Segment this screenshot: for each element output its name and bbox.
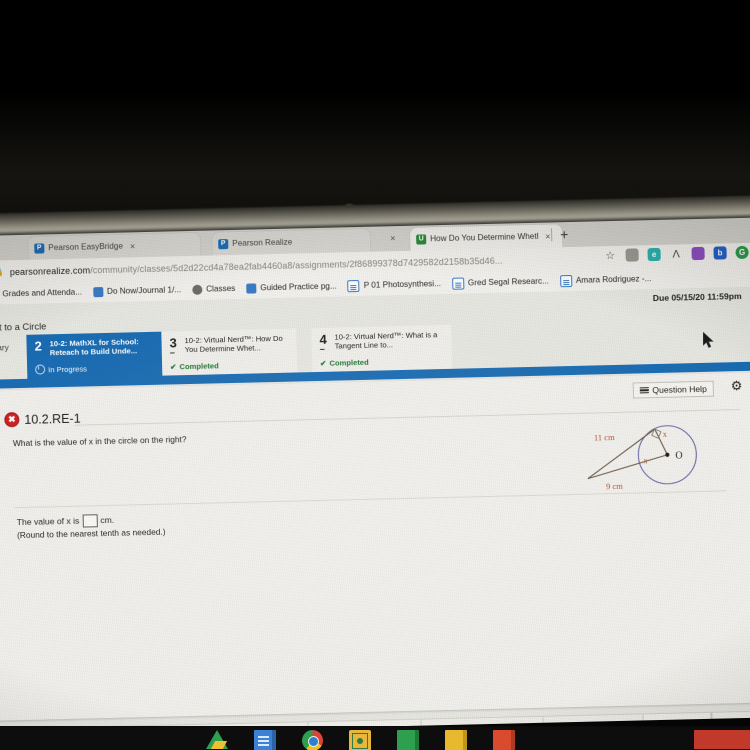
extension-bing-icon[interactable]: b <box>713 246 727 260</box>
bookmark-star-icon[interactable]: ☆ <box>603 249 616 262</box>
bookmark-gred-segal-research[interactable]: Gred Segal Researc... <box>451 275 550 290</box>
tab-label: Pearson Realize <box>232 237 293 248</box>
bookmark-grades-and-attendance[interactable]: Grades and Attenda... <box>0 287 82 299</box>
question-panel: Question Help ⚙ ✖ 10.2.RE-1 What is the … <box>0 372 750 721</box>
answer-unit: cm. <box>100 514 115 526</box>
step-status-completed: ✔ Completed <box>170 361 219 371</box>
step-number: 2 <box>34 338 43 354</box>
step-status-label: Completed <box>179 361 219 372</box>
center-point <box>665 452 670 457</box>
extension-grammarly-icon[interactable]: G <box>735 245 749 260</box>
step-title: 10-2: Virtual Nerd™: How Do You Determin… <box>184 333 283 355</box>
google-chrome-icon[interactable] <box>302 730 323 750</box>
question-id-label: 10.2.RE-1 <box>24 411 81 427</box>
new-tab-button[interactable]: + <box>560 226 569 242</box>
bookmark-label: Grades and Attenda... <box>2 287 83 299</box>
bookmark-label: Do Now/Journal 1/... <box>106 285 182 296</box>
bookmark-classes[interactable]: Classes <box>192 283 236 295</box>
virtual-nerd-icon: U <box>416 233 427 245</box>
pdf-app-icon[interactable] <box>493 730 515 750</box>
step-title: 10-2: Virtual Nerd™: What is a Tangent L… <box>334 330 438 351</box>
question-prompt: What is the value of x in the circle on … <box>12 434 187 449</box>
radius-x-label: x <box>663 430 667 439</box>
bookmark-label: Amara Rodriguez -... <box>575 274 652 285</box>
monitor-bezel-top <box>0 0 750 218</box>
step-status-completed: ✔ Completed <box>320 358 369 368</box>
extension-caret-icon[interactable]: Λ <box>669 247 682 260</box>
rounding-hint: (Round to the nearest tenth as needed.) <box>16 526 166 541</box>
answer-input[interactable] <box>82 514 98 528</box>
shelf-right-app-icon[interactable] <box>694 730 750 749</box>
pearson-icon: P <box>218 238 229 249</box>
google-classroom-icon[interactable] <box>349 730 371 750</box>
step-title: 10-2: MathXL for School: Reteach to Buil… <box>49 337 139 358</box>
check-icon: ✔ <box>170 362 177 372</box>
browser-toolbar-icons: ☆ e Λ b G <box>603 245 750 262</box>
extension-purple-icon[interactable] <box>691 246 705 261</box>
doc-icon <box>559 274 573 287</box>
step-number: 3– <box>169 335 177 358</box>
url-host: pearsonrealize.com <box>9 264 91 277</box>
step-card-4[interactable]: 4– 10-2: Virtual Nerd™: What is a Tangen… <box>311 324 453 373</box>
bookmark-do-now-journal[interactable]: Do Now/Journal 1/... <box>92 285 182 297</box>
tab-close-icon[interactable]: × <box>545 231 550 241</box>
person-icon <box>246 282 257 294</box>
globe-icon <box>192 284 203 295</box>
diagram-svg: O 11 cm 9 cm x x <box>587 425 697 491</box>
gear-icon[interactable]: ⚙ <box>731 378 744 393</box>
breadcrumb: ngent to a Circle <box>0 320 47 333</box>
google-docs-icon[interactable] <box>254 730 276 750</box>
list-icon <box>639 386 649 394</box>
check-icon: ✔ <box>319 358 327 368</box>
question-id: ✖ 10.2.RE-1 <box>4 411 81 428</box>
circle-tangent-diagram: O 11 cm 9 cm x x <box>580 414 722 497</box>
google-sheets-icon[interactable] <box>397 730 419 750</box>
divider <box>14 490 727 509</box>
bookmark-label: P 01 Photosynthesi... <box>363 279 442 290</box>
step-status-in-progress: In Progress <box>35 363 88 375</box>
incorrect-x-icon: ✖ <box>4 412 20 428</box>
question-help-button[interactable]: Question Help <box>632 380 714 399</box>
secant-length-label: 9 cm <box>606 481 623 491</box>
step-status-label: In Progress <box>48 363 88 374</box>
doc-icon <box>451 277 465 290</box>
google-slides-icon[interactable] <box>445 730 467 750</box>
bookmark-amara-rodriguez[interactable]: Amara Rodriguez -... <box>559 273 652 287</box>
bookmark-guided-practice[interactable]: Guided Practice pg... <box>246 281 337 294</box>
laptop-screen: P Pearson EasyBridge × P Pearson Realize… <box>0 217 750 736</box>
step-status-label: Completed <box>329 357 369 368</box>
photographed-screen: P Pearson EasyBridge × P Pearson Realize… <box>0 0 750 750</box>
extension-gray-icon[interactable] <box>625 248 639 262</box>
person-icon <box>92 286 104 297</box>
pearson-icon: P <box>34 242 45 254</box>
page-content: Due 05/15/20 11:59pm ngent to a Circle u… <box>0 286 750 736</box>
bookmark-label: Gred Segal Researc... <box>467 276 550 288</box>
step-card-3[interactable]: 3– 10-2: Virtual Nerd™: How Do You Deter… <box>161 328 298 376</box>
answer-area: The value of x is cm. (Round to the near… <box>17 513 166 542</box>
tangent-length-label: 11 cm <box>594 432 615 442</box>
doc-icon <box>347 279 360 292</box>
tab-label: Pearson EasyBridge <box>48 241 124 253</box>
chrome-os-shelf <box>0 727 750 750</box>
secant-segment <box>587 454 668 480</box>
lock-icon: 🔒 <box>0 267 4 277</box>
tab-label: How Do You Determine Whether <box>430 231 539 244</box>
bookmark-label: Classes <box>206 283 236 294</box>
in-progress-icon <box>35 364 46 375</box>
tab-close-icon[interactable]: × <box>390 233 395 243</box>
bookmark-photosynthesis[interactable]: P 01 Photosynthesi... <box>347 278 442 292</box>
bookmark-label: Guided Practice pg... <box>260 281 337 293</box>
google-drive-icon[interactable] <box>206 730 228 749</box>
question-help-label: Question Help <box>652 383 707 396</box>
url-path: /community/classes/5d2d22cd4a78ea2fab446… <box>90 255 503 275</box>
step-number: 4– <box>319 331 327 354</box>
segment-x-label: x <box>643 456 647 465</box>
tab-close-icon[interactable]: × <box>130 241 135 251</box>
step-card-2[interactable]: 2 10-2: MathXL for School: Reteach to Bu… <box>26 331 163 379</box>
center-label: O <box>675 450 682 461</box>
extension-teal-icon[interactable]: e <box>647 247 661 262</box>
